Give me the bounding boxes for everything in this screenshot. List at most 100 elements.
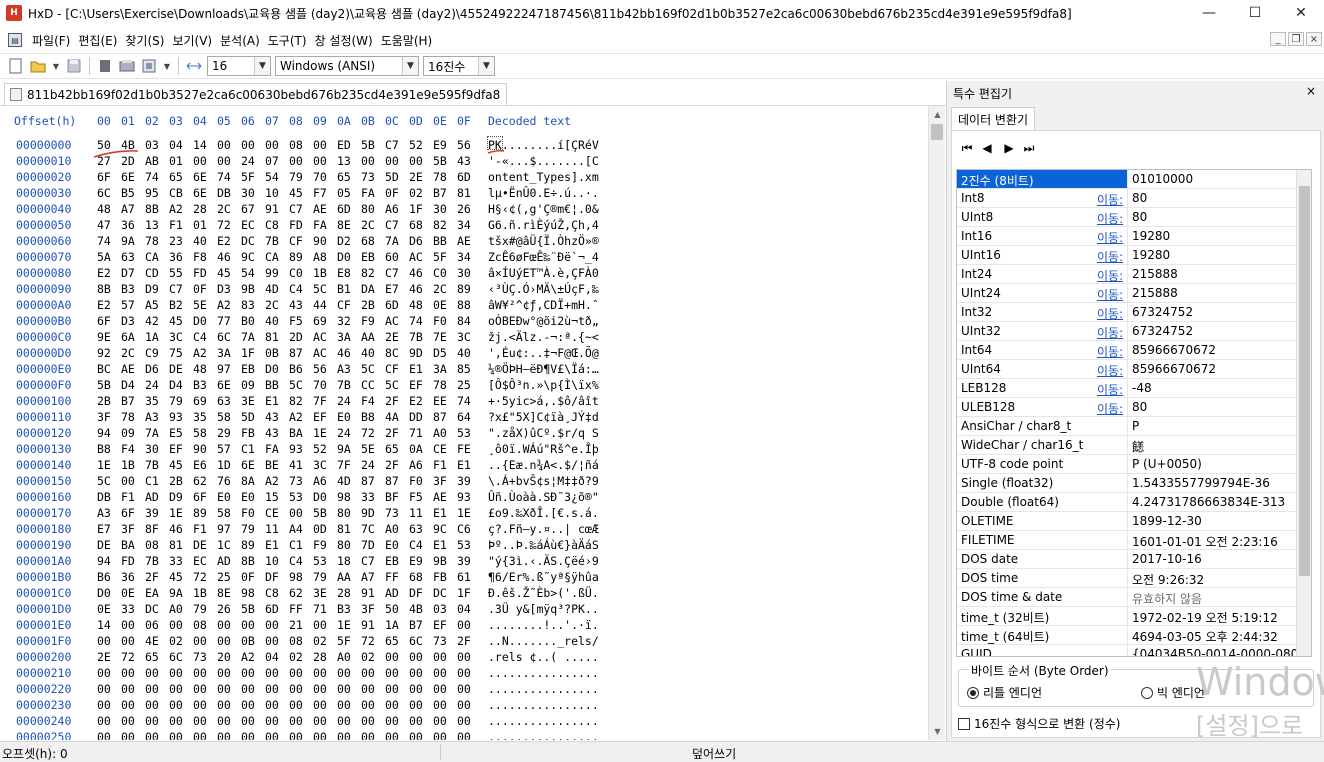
inspector-row[interactable]: UInt64 이동: 85966670672	[957, 360, 1297, 379]
little-endian-radio[interactable]: 리틀 엔디언	[967, 684, 1042, 701]
inspector-value[interactable]: 85966670672	[1132, 343, 1297, 357]
hex-byte[interactable]: D6	[145, 362, 159, 376]
hex-byte[interactable]: CE	[433, 442, 447, 456]
hex-byte[interactable]: 68	[409, 218, 423, 232]
hex-byte[interactable]: EC	[241, 218, 255, 232]
hex-byte[interactable]: 79	[193, 602, 207, 616]
hex-byte[interactable]: 28	[337, 586, 351, 600]
hex-byte[interactable]: 00	[169, 698, 183, 712]
hex-byte[interactable]: 90	[193, 442, 207, 456]
inspector-row[interactable]: time_t (32비트) 1972-02-19 오전 5:19:12	[957, 607, 1297, 626]
hex-byte[interactable]: 5D	[241, 410, 255, 424]
hex-byte[interactable]: 33	[169, 554, 183, 568]
inspector-value[interactable]: 1972-02-19 오전 5:19:12	[1132, 609, 1297, 626]
hex-byte[interactable]: 00	[145, 730, 159, 740]
hex-byte[interactable]: DF	[265, 570, 279, 584]
hex-byte[interactable]: 00	[457, 682, 471, 696]
hex-byte[interactable]: 00	[121, 618, 135, 632]
hex-byte[interactable]: 91	[361, 586, 375, 600]
decoded-text[interactable]: ¼®ÖÞH—ëÐ¶V£\Ïá:…	[488, 362, 599, 376]
hex-byte[interactable]: 1A	[145, 330, 159, 344]
hex-byte[interactable]: 93	[457, 490, 471, 504]
hex-byte[interactable]: 00	[217, 138, 231, 152]
hex-byte[interactable]: 00	[97, 730, 111, 740]
hex-byte[interactable]: DB	[217, 186, 231, 200]
hex-byte[interactable]: 00	[121, 714, 135, 728]
hex-byte[interactable]: 52	[409, 138, 423, 152]
hex-byte[interactable]: 6E	[241, 458, 255, 472]
hex-byte[interactable]: 40	[457, 346, 471, 360]
goto-link[interactable]: 이동:	[1097, 191, 1123, 208]
hex-byte[interactable]: 1B	[313, 266, 327, 280]
hex-byte[interactable]: C7	[385, 218, 399, 232]
hex-byte[interactable]: 6F	[193, 490, 207, 504]
hex-byte[interactable]: B6	[97, 570, 111, 584]
hex-byte[interactable]: 00	[313, 666, 327, 680]
hex-byte[interactable]: 2E	[409, 170, 423, 184]
hex-byte[interactable]: E7	[97, 522, 111, 536]
hex-byte[interactable]: 08	[289, 634, 303, 648]
hex-byte[interactable]: 05	[337, 186, 351, 200]
hex-byte[interactable]: 82	[361, 266, 375, 280]
hex-byte[interactable]: B3	[121, 282, 135, 296]
hex-byte[interactable]: F9	[361, 314, 375, 328]
hex-byte[interactable]: 70	[313, 378, 327, 392]
inspector-value[interactable]: 215888	[1132, 267, 1297, 281]
hex-byte[interactable]: 48	[409, 298, 423, 312]
hex-byte[interactable]: 24	[361, 458, 375, 472]
hex-byte[interactable]: 87	[289, 346, 303, 360]
hex-byte[interactable]: 00	[361, 666, 375, 680]
decoded-text[interactable]: ................	[488, 730, 599, 740]
hex-byte[interactable]: AE	[433, 490, 447, 504]
hex-byte[interactable]: 00	[217, 698, 231, 712]
hex-byte[interactable]: 7B	[409, 330, 423, 344]
hex-byte[interactable]: 15	[265, 490, 279, 504]
hex-byte[interactable]: 00	[409, 650, 423, 664]
hex-byte[interactable]: 00	[97, 698, 111, 712]
hex-byte[interactable]: 24	[145, 378, 159, 392]
hex-byte[interactable]: 8E	[217, 586, 231, 600]
hex-byte[interactable]: 02	[361, 650, 375, 664]
hex-byte[interactable]: 00	[265, 682, 279, 696]
hex-byte[interactable]: AE	[457, 234, 471, 248]
hex-byte[interactable]: 2F	[385, 458, 399, 472]
hex-byte[interactable]: 00	[217, 666, 231, 680]
hex-byte[interactable]: EF	[313, 410, 327, 424]
hex-byte[interactable]: 1E	[169, 506, 183, 520]
hex-byte[interactable]: CE	[265, 506, 279, 520]
hex-byte[interactable]: 00	[265, 666, 279, 680]
hex-byte[interactable]: 04	[265, 650, 279, 664]
hex-byte[interactable]: 63	[121, 250, 135, 264]
hex-byte[interactable]: FB	[433, 570, 447, 584]
inspector-row[interactable]: Double (float64) 4.24731786663834E-313	[957, 493, 1297, 512]
hex-byte[interactable]: 6E	[121, 170, 135, 184]
decoded-text[interactable]: £o9.‰XðÎ.[€.s.á.	[488, 506, 599, 520]
hex-byte[interactable]: 13	[145, 218, 159, 232]
hex-byte[interactable]: 7A	[241, 330, 255, 344]
hex-byte[interactable]: F0	[409, 474, 423, 488]
hex-byte[interactable]: 3E	[313, 586, 327, 600]
hex-byte[interactable]: 00	[313, 138, 327, 152]
inspector-row[interactable]: UTF-8 code point P (U+0050)	[957, 455, 1297, 474]
hex-byte[interactable]: 00	[193, 714, 207, 728]
hex-byte[interactable]: 6D	[265, 602, 279, 616]
hex-byte[interactable]: 00	[217, 730, 231, 740]
hex-byte[interactable]: 46	[337, 346, 351, 360]
hex-byte[interactable]: D9	[169, 490, 183, 504]
hex-byte[interactable]: 00	[457, 698, 471, 712]
hex-byte[interactable]: 6F	[97, 314, 111, 328]
menu-help[interactable]: 도움말(H)	[377, 32, 437, 49]
hex-byte[interactable]: D0	[193, 314, 207, 328]
inspector-value[interactable]: 85966670672	[1132, 362, 1297, 376]
hex-byte[interactable]: 3F	[361, 602, 375, 616]
first-icon[interactable]: ⏮	[960, 141, 974, 155]
hex-byte[interactable]: A4	[289, 522, 303, 536]
hex-byte[interactable]: 1F	[457, 586, 471, 600]
inspector-row[interactable]: Int24 이동: 215888	[957, 265, 1297, 284]
hex-byte[interactable]: 30	[241, 186, 255, 200]
hex-byte[interactable]: BF	[385, 490, 399, 504]
hex-byte[interactable]: E2	[217, 234, 231, 248]
memory-dropdown-icon[interactable]: ▼	[163, 58, 171, 74]
hex-byte[interactable]: 00	[241, 698, 255, 712]
hex-byte[interactable]: 92	[97, 346, 111, 360]
